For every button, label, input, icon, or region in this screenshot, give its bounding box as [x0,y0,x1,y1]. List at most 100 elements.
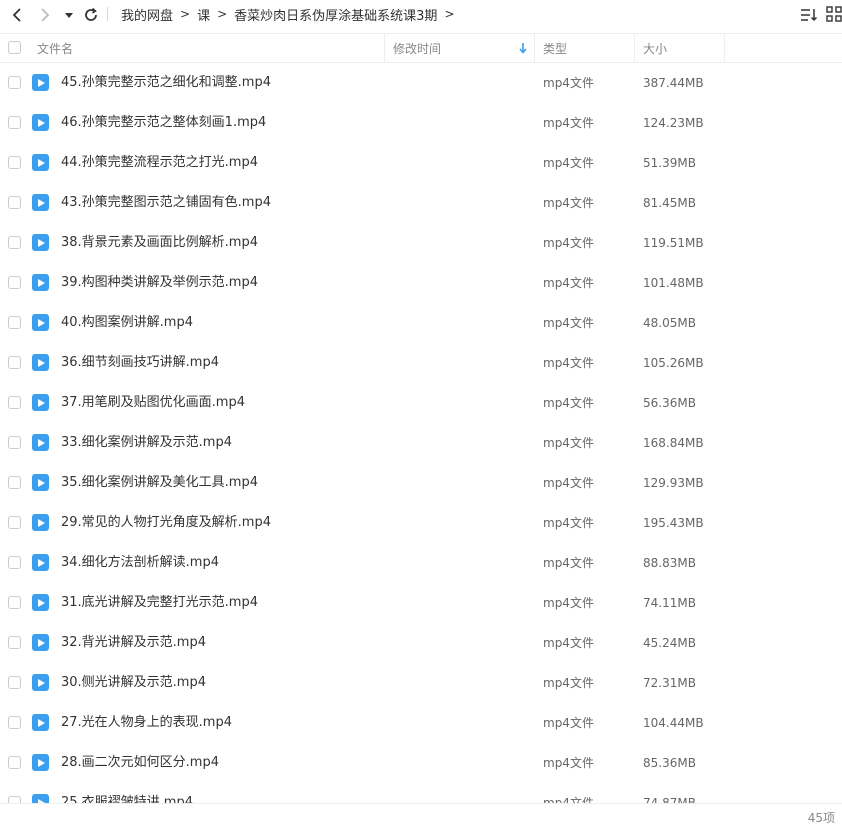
row-checkbox[interactable] [8,316,21,329]
video-file-icon [32,754,49,771]
row-checkbox[interactable] [8,196,21,209]
video-file-icon [32,394,49,411]
file-size: 74.11MB [643,596,696,610]
row-checkbox[interactable] [8,276,21,289]
file-size: 105.26MB [643,356,704,370]
item-count: 45项 [807,811,835,825]
file-row[interactable]: 40.构图案例讲解.mp4 mp4文件 48.05MB [0,303,842,343]
file-size: 88.83MB [643,556,696,570]
breadcrumb-item[interactable]: 我的网盘 [121,5,173,24]
breadcrumb-chevron-icon: > [444,7,455,21]
select-all-checkbox[interactable] [8,41,21,54]
file-row[interactable]: 31.底光讲解及完整打光示范.mp4 mp4文件 74.11MB [0,583,842,623]
file-size: 48.05MB [643,316,696,330]
file-name[interactable]: 29.常见的人物打光角度及解析.mp4 [61,503,271,543]
file-name[interactable]: 27.光在人物身上的表现.mp4 [61,703,232,743]
row-checkbox[interactable] [8,716,21,729]
video-file-icon [32,194,49,211]
file-size: 129.93MB [643,476,704,490]
file-row[interactable]: 35.细化案例讲解及美化工具.mp4 mp4文件 129.93MB [0,463,842,503]
file-type: mp4文件 [543,756,594,770]
video-file-icon [32,234,49,251]
file-name[interactable]: 45.孙策完整示范之细化和调整.mp4 [61,63,271,103]
video-file-icon [32,434,49,451]
file-name[interactable]: 39.构图种类讲解及举例示范.mp4 [61,263,258,303]
row-checkbox[interactable] [8,116,21,129]
breadcrumb-item[interactable]: 课 [197,5,210,24]
file-row[interactable]: 38.背景元素及画面比例解析.mp4 mp4文件 119.51MB [0,223,842,263]
row-checkbox[interactable] [8,796,21,803]
refresh-button[interactable] [80,4,102,26]
file-row[interactable]: 28.画二次元如何区分.mp4 mp4文件 85.36MB [0,743,842,783]
file-row[interactable]: 29.常见的人物打光角度及解析.mp4 mp4文件 195.43MB [0,503,842,543]
row-checkbox[interactable] [8,596,21,609]
column-divider[interactable] [634,34,635,62]
file-name[interactable]: 30.侧光讲解及示范.mp4 [61,663,206,703]
row-checkbox[interactable] [8,156,21,169]
row-checkbox[interactable] [8,636,21,649]
forward-button[interactable] [34,4,56,26]
file-name[interactable]: 37.用笔刷及贴图优化画面.mp4 [61,383,245,423]
file-name[interactable]: 40.构图案例讲解.mp4 [61,303,193,343]
file-size: 85.36MB [643,756,696,770]
file-row[interactable]: 27.光在人物身上的表现.mp4 mp4文件 104.44MB [0,703,842,743]
sort-menu-button[interactable] [799,5,819,25]
refresh-icon [85,7,97,21]
history-dropdown[interactable] [61,4,77,26]
file-size: 51.39MB [643,156,696,170]
row-checkbox[interactable] [8,236,21,249]
row-checkbox[interactable] [8,356,21,369]
file-name[interactable]: 25.衣服褶皱特讲.mp4 [61,783,193,803]
file-name[interactable]: 35.细化案例讲解及美化工具.mp4 [61,463,258,503]
file-row[interactable]: 33.细化案例讲解及示范.mp4 mp4文件 168.84MB [0,423,842,463]
file-row[interactable]: 43.孙策完整图示范之铺固有色.mp4 mp4文件 81.45MB [0,183,842,223]
file-name[interactable]: 32.背光讲解及示范.mp4 [61,623,206,663]
file-type: mp4文件 [543,436,594,450]
file-name[interactable]: 38.背景元素及画面比例解析.mp4 [61,223,258,263]
file-row[interactable]: 46.孙策完整示范之整体刻画1.mp4 mp4文件 124.23MB [0,103,842,143]
file-row[interactable]: 34.细化方法剖析解读.mp4 mp4文件 88.83MB [0,543,842,583]
file-row[interactable]: 32.背光讲解及示范.mp4 mp4文件 45.24MB [0,623,842,663]
row-checkbox[interactable] [8,76,21,89]
file-name[interactable]: 34.细化方法剖析解读.mp4 [61,543,219,583]
column-divider[interactable] [384,34,385,62]
file-name[interactable]: 43.孙策完整图示范之铺固有色.mp4 [61,183,271,223]
file-row[interactable]: 45.孙策完整示范之细化和调整.mp4 mp4文件 387.44MB [0,63,842,103]
file-row[interactable]: 36.细节刻画技巧讲解.mp4 mp4文件 105.26MB [0,343,842,383]
file-name[interactable]: 28.画二次元如何区分.mp4 [61,743,219,783]
back-button[interactable] [6,4,28,26]
file-row[interactable]: 44.孙策完整流程示范之打光.mp4 mp4文件 51.39MB [0,143,842,183]
column-modified-header[interactable]: 修改时间 [393,34,533,62]
file-row[interactable]: 37.用笔刷及贴图优化画面.mp4 mp4文件 56.36MB [0,383,842,423]
file-name[interactable]: 46.孙策完整示范之整体刻画1.mp4 [61,103,266,143]
row-checkbox[interactable] [8,756,21,769]
column-size-label: 大小 [643,41,668,56]
breadcrumb-item[interactable]: 香菜炒肉日系伪厚涂基础系统课3期 [234,5,437,24]
file-name[interactable]: 31.底光讲解及完整打光示范.mp4 [61,583,258,623]
file-type: mp4文件 [543,196,594,210]
column-name-header[interactable]: 文件名 [37,34,73,62]
row-checkbox[interactable] [8,436,21,449]
column-divider[interactable] [724,34,725,62]
row-checkbox[interactable] [8,476,21,489]
caret-down-icon [65,13,73,18]
file-name[interactable]: 36.细节刻画技巧讲解.mp4 [61,343,219,383]
file-type: mp4文件 [543,76,594,90]
column-size-header[interactable]: 大小 [643,34,667,62]
video-file-icon [32,74,49,91]
file-row[interactable]: 39.构图种类讲解及举例示范.mp4 mp4文件 101.48MB [0,263,842,303]
file-row[interactable]: 25.衣服褶皱特讲.mp4 mp4文件 74.87MB [0,783,842,803]
file-size: 45.24MB [643,636,696,650]
video-file-icon [32,514,49,531]
row-checkbox[interactable] [8,676,21,689]
column-divider[interactable] [534,34,535,62]
row-checkbox[interactable] [8,396,21,409]
breadcrumb-chevron-icon: > [180,7,191,21]
file-row[interactable]: 30.侧光讲解及示范.mp4 mp4文件 72.31MB [0,663,842,703]
grid-view-button[interactable] [826,6,842,22]
file-name[interactable]: 44.孙策完整流程示范之打光.mp4 [61,143,258,183]
row-checkbox[interactable] [8,516,21,529]
row-checkbox[interactable] [8,556,21,569]
column-type-header[interactable]: 类型 [543,34,567,62]
file-name[interactable]: 33.细化案例讲解及示范.mp4 [61,423,232,463]
